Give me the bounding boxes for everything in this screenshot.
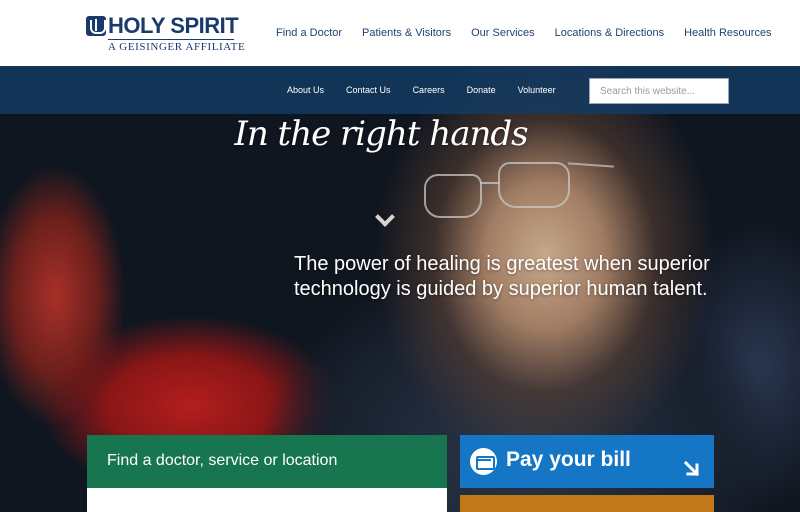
search-input[interactable] (589, 78, 729, 104)
hero-photo-detail (498, 162, 570, 208)
hero-photo-detail (567, 162, 615, 168)
subnav-contact-us[interactable]: Contact Us (336, 85, 401, 95)
logo-tagline: A GEISINGER AFFILIATE (108, 39, 246, 53)
find-doctor-card-header: Find a doctor, service or location (87, 435, 447, 488)
nav-our-services[interactable]: Our Services (461, 27, 545, 39)
pay-bill-label: Pay your bill (506, 448, 631, 471)
subnav-about-us[interactable]: About Us (277, 85, 334, 95)
nav-locations-directions[interactable]: Locations & Directions (545, 27, 674, 39)
main-nav: Find a Doctor Patients & Visitors Our Se… (266, 0, 782, 66)
subnav-donate[interactable]: Donate (457, 85, 506, 95)
pay-bill-button[interactable]: Pay your bill (460, 435, 714, 488)
subnav-volunteer[interactable]: Volunteer (508, 85, 566, 95)
nav-patients-visitors[interactable]: Patients & Visitors (352, 27, 461, 39)
holy-spirit-logo[interactable]: HOLY SPIRIT A GEISINGER AFFILIATE (86, 13, 246, 54)
secondary-nav-bar: About Us Contact Us Careers Donate Volun… (0, 66, 800, 114)
hero-banner: About Us Contact Us Careers Donate Volun… (0, 66, 800, 512)
site-header: HOLY SPIRIT A GEISINGER AFFILIATE Find a… (0, 0, 800, 66)
holy-spirit-shield-icon (86, 16, 106, 36)
chevron-down-icon[interactable] (375, 207, 395, 227)
orange-action-card[interactable] (460, 495, 714, 512)
arrow-down-right-icon (683, 460, 700, 477)
find-doctor-card[interactable]: Find a doctor, service or location (87, 435, 447, 512)
find-doctor-card-label: Find a doctor, service or location (107, 452, 338, 469)
hero-headline: In the right hands (234, 114, 528, 154)
subnav-careers[interactable]: Careers (403, 85, 455, 95)
nav-find-a-doctor[interactable]: Find a Doctor (266, 27, 352, 39)
secondary-nav: About Us Contact Us Careers Donate Volun… (277, 66, 568, 114)
credit-card-icon (470, 448, 497, 475)
hero-photo-detail (480, 182, 500, 184)
logo-name: HOLY SPIRIT (108, 13, 239, 38)
hero-tagline: The power of healing is greatest when su… (294, 253, 710, 300)
nav-health-resources[interactable]: Health Resources (674, 27, 781, 39)
hero-photo-detail (424, 174, 482, 218)
